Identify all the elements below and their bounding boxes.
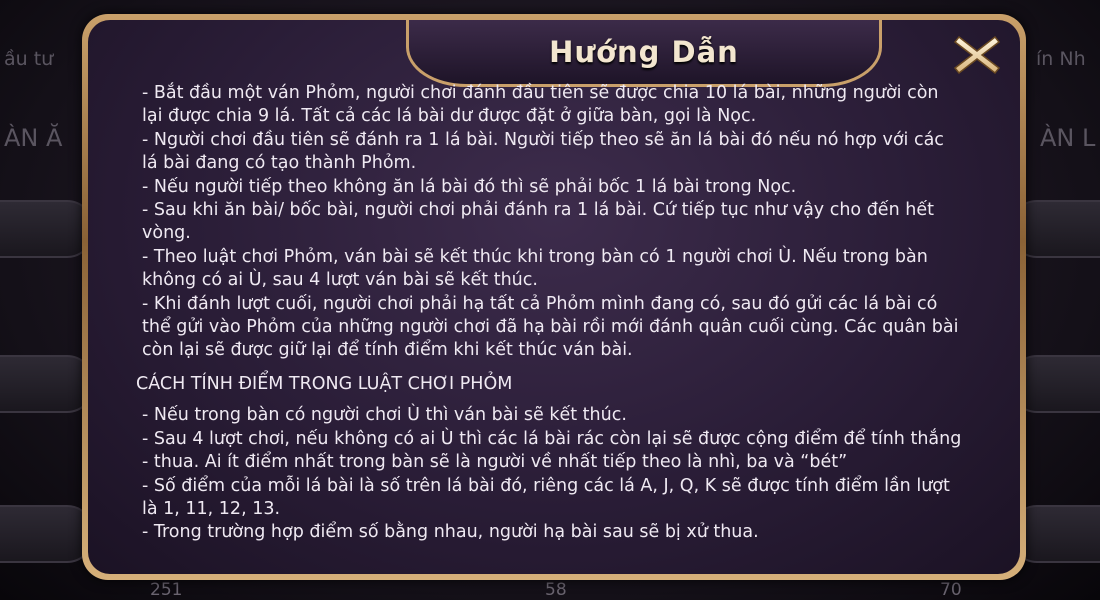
bg-count-left: 251 <box>150 580 183 600</box>
close-button[interactable] <box>944 26 1010 84</box>
bg-label-left: ầu tư <box>4 48 54 70</box>
rule-paragraph-5: - Theo luật chơi Phỏm, ván bài sẽ kết th… <box>142 246 928 291</box>
rule-paragraph-4: - Sau khi ăn bài/ bốc bài, người chơi ph… <box>142 200 934 244</box>
bg-count-mid: 58 <box>545 580 567 600</box>
modal-title: Hướng Dẫn <box>549 35 739 69</box>
bg-table-left-1 <box>0 200 94 258</box>
close-x-icon <box>953 35 1001 75</box>
bg-label-right-2: ÀN L <box>1040 124 1096 152</box>
rule-paragraph-3: - Nếu người tiếp theo không ăn lá bài đó… <box>142 176 797 197</box>
score-paragraph-2: - Sau 4 lượt chơi, nếu không có ai Ù thì… <box>142 428 962 473</box>
guide-modal: Hướng Dẫn - Bắt đầu một ván Phỏm, người … <box>82 14 1026 580</box>
title-plate: Hướng Dẫn <box>406 20 882 87</box>
scoring-heading: CÁCH TÍNH ĐIỂM TRONG LUẬT CHƠI PHỎM <box>136 373 513 394</box>
score-paragraph-1: - Nếu trong bàn có người chơi Ù thì ván … <box>142 405 627 426</box>
score-paragraph-3: - Số điểm của mỗi lá bài là số trên lá b… <box>142 475 950 519</box>
rule-paragraph-2: - Người chơi đầu tiên sẽ đánh ra 1 lá bà… <box>142 129 944 174</box>
score-paragraph-4: - Trong trường hợp điểm số bằng nhau, ng… <box>142 522 759 543</box>
bg-table-left-2 <box>0 355 94 413</box>
bg-label-left-2: ÀN Ă <box>4 124 63 152</box>
rule-paragraph-6: - Khi đánh lượt cuối, người chơi phải hạ… <box>142 293 959 361</box>
guide-modal-body: Hướng Dẫn - Bắt đầu một ván Phỏm, người … <box>88 20 1020 574</box>
bg-count-right: 70 <box>940 580 962 600</box>
guide-content: - Bắt đầu một ván Phỏm, người chơi đánh … <box>136 82 962 545</box>
bg-label-right: ín Nh <box>1036 48 1086 70</box>
bg-table-left-3 <box>0 505 94 563</box>
rule-paragraph-1: - Bắt đầu một ván Phỏm, người chơi đánh … <box>142 83 939 127</box>
